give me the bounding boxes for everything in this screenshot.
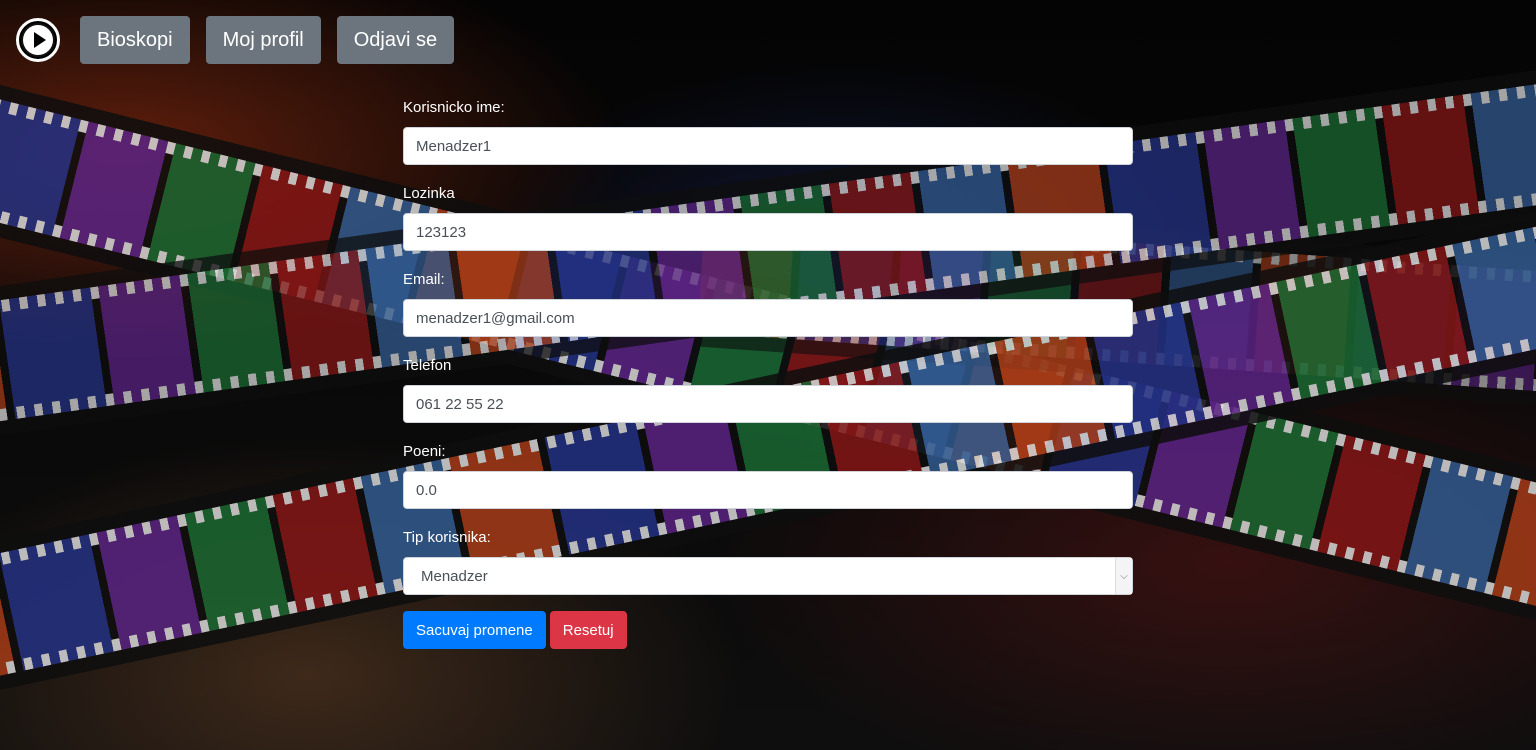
play-circle-icon[interactable] bbox=[16, 18, 60, 62]
play-icon bbox=[34, 32, 46, 48]
user-type-selected-value: Menadzer bbox=[421, 567, 488, 585]
logo-inner bbox=[23, 25, 53, 55]
form-actions: Sacuvaj promene Resetuj bbox=[403, 611, 1133, 649]
user-type-select[interactable]: Menadzer ⌵ bbox=[403, 557, 1133, 595]
phone-label: Telefon bbox=[403, 357, 452, 374]
username-label: Korisnicko ime: bbox=[403, 99, 505, 116]
points-label: Poeni: bbox=[403, 443, 446, 460]
navbar: Bioskopi Moj profil Odjavi se bbox=[16, 16, 455, 64]
password-input[interactable] bbox=[403, 213, 1133, 251]
nav-moj-profil-button[interactable]: Moj profil bbox=[205, 16, 321, 64]
username-input[interactable] bbox=[403, 127, 1133, 165]
save-button[interactable]: Sacuvaj promene bbox=[403, 611, 546, 649]
nav-bioskopi-button[interactable]: Bioskopi bbox=[80, 16, 190, 64]
user-type-label: Tip korisnika: bbox=[403, 529, 491, 546]
profile-form: Korisnicko ime: Lozinka Email: Telefon P… bbox=[403, 98, 1133, 649]
reset-button[interactable]: Resetuj bbox=[549, 611, 627, 649]
email-label: Email: bbox=[403, 271, 445, 288]
nav-odjavi-se-button[interactable]: Odjavi se bbox=[336, 16, 455, 64]
points-input[interactable] bbox=[403, 471, 1133, 509]
chevron-down-icon[interactable]: ⌵ bbox=[1115, 558, 1132, 594]
password-label: Lozinka bbox=[403, 185, 455, 202]
phone-input[interactable] bbox=[403, 385, 1133, 423]
email-input[interactable] bbox=[403, 299, 1133, 337]
